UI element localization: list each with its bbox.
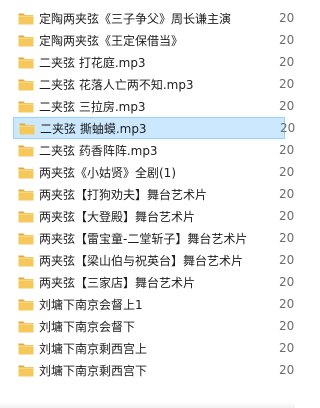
folder-icon (18, 363, 34, 377)
file-name: 二夹弦 药香阵阵.mp3 (39, 143, 158, 158)
file-name: 二夹弦 打花庭.mp3 (39, 55, 146, 70)
folder-icon (18, 55, 34, 69)
file-date: 20 (279, 11, 295, 25)
folder-icon (18, 297, 34, 311)
file-date: 20 (279, 99, 295, 113)
file-list-item[interactable]: 两夹弦【雷宝童-二堂斩子】舞台艺术片 20 (0, 227, 295, 249)
file-list-item[interactable]: 二夹弦 药香阵阵.mp3 20 (0, 139, 295, 161)
folder-icon (18, 33, 34, 47)
file-date: 20 (279, 209, 295, 223)
file-date: 20 (280, 121, 296, 135)
folder-icon (18, 99, 34, 113)
file-list-item[interactable]: 刘墉下南京剩西宫下 20 (0, 359, 295, 381)
file-list-item[interactable]: 二夹弦 花落人亡两不知.mp3 20 (0, 73, 295, 95)
file-list-item[interactable]: 刘墉下南京会督下 20 (0, 315, 295, 337)
folder-icon (18, 275, 34, 289)
file-list-item[interactable]: 定陶两夹弦《三子争父》周长谦主演 20 (0, 7, 295, 29)
file-date: 20 (279, 231, 295, 245)
file-date: 20 (279, 55, 295, 69)
file-name: 二夹弦 撕蚰蟆.mp3 (40, 121, 147, 136)
file-date: 20 (279, 77, 295, 91)
file-list-item[interactable]: 两夹弦【打狗劝夫】舞台艺术片 20 (0, 183, 295, 205)
file-name: 两夹弦【梁山伯与祝英台】舞台艺术片 (39, 253, 244, 268)
file-name: 定陶两夹弦《王定保借当》 (39, 33, 184, 48)
folder-icon (18, 77, 34, 91)
file-name: 刘墉下南京剩西宫上 (39, 341, 148, 356)
file-date: 20 (279, 319, 295, 333)
file-name: 刘墉下南京剩西宫下 (39, 363, 148, 378)
file-date: 20 (279, 341, 295, 355)
file-list-item[interactable]: 定陶两夹弦《王定保借当》 20 (0, 29, 295, 51)
file-date: 20 (279, 187, 295, 201)
file-name: 定陶两夹弦《三子争父》周长谦主演 (39, 11, 232, 26)
file-list-item[interactable]: 两夹弦《小姑贤》全剧(1) 20 (0, 161, 295, 183)
file-list-item[interactable]: 两夹弦【梁山伯与祝英台】舞台艺术片 20 (0, 249, 295, 271)
folder-icon (18, 11, 34, 25)
file-list-item[interactable]: 两夹弦【三家店】舞台艺术片 20 (0, 271, 295, 293)
file-name: 刘墉下南京会督上1 (39, 297, 143, 312)
file-name: 二夹弦 三拉房.mp3 (39, 99, 146, 114)
file-list-item[interactable]: 二夹弦 打花庭.mp3 20 (0, 51, 295, 73)
file-list-item[interactable]: 刘墉下南京会督上1 20 (0, 293, 295, 315)
file-date: 20 (279, 253, 295, 267)
folder-icon (18, 187, 34, 201)
folder-icon (18, 231, 34, 245)
folder-icon (18, 253, 34, 267)
file-list-item[interactable]: 刘墉下南京剩西宫上 20 (0, 337, 295, 359)
file-name: 两夹弦【三家店】舞台艺术片 (39, 275, 196, 290)
file-name: 两夹弦【打狗劝夫】舞台艺术片 (39, 187, 208, 202)
file-date: 20 (279, 165, 295, 179)
folder-icon (18, 143, 34, 157)
file-name: 刘墉下南京会督下 (39, 319, 136, 334)
list-bottom-edge (0, 402, 295, 408)
file-date: 20 (279, 143, 295, 157)
file-name: 两夹弦【雷宝童-二堂斩子】舞台艺术片 (39, 231, 248, 246)
file-date: 20 (279, 363, 295, 377)
folder-icon (18, 341, 34, 355)
file-list-item[interactable]: 二夹弦 三拉房.mp3 20 (0, 95, 295, 117)
file-name: 两夹弦【大登殿】舞台艺术片 (39, 209, 196, 224)
file-list-item[interactable]: 两夹弦【大登殿】舞台艺术片 20 (0, 205, 295, 227)
file-list-item[interactable]: 二夹弦 撕蚰蟆.mp3 20 (13, 117, 295, 139)
file-date: 20 (279, 33, 295, 47)
file-date: 20 (279, 297, 295, 311)
folder-icon (18, 165, 34, 179)
file-list: 定陶两夹弦《三子争父》周长谦主演 20 定陶两夹弦《王定保借当》 20 二夹弦 打花庭.… (0, 7, 295, 381)
file-date: 20 (279, 275, 295, 289)
folder-icon (18, 319, 34, 333)
file-name: 两夹弦《小姑贤》全剧(1) (39, 165, 176, 180)
folder-icon (19, 121, 35, 135)
file-name: 二夹弦 花落人亡两不知.mp3 (39, 77, 194, 92)
folder-icon (18, 209, 34, 223)
